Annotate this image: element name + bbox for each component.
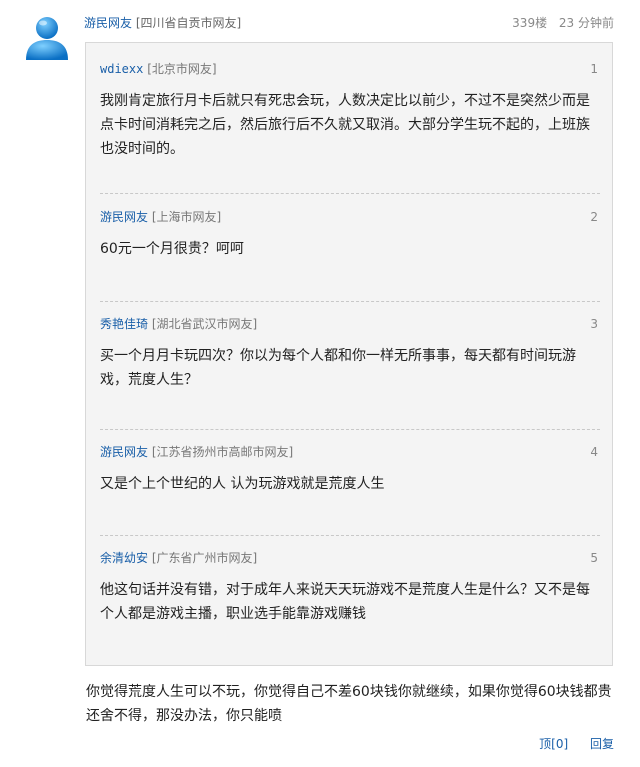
quoted-floor-index: 2 xyxy=(590,210,598,224)
quoted-floor-index: 4 xyxy=(590,445,598,459)
quoted-floor-header: 秀艳佳琦 [湖北省武汉市网友] xyxy=(100,316,600,332)
quoted-location: [江苏省扬州市高邮市网友] xyxy=(151,445,294,459)
divider xyxy=(100,193,600,194)
post-time: 23 分钟前 xyxy=(558,16,614,30)
quoted-location: [上海市网友] xyxy=(151,210,222,224)
quoted-text: 我刚肯定旅行月卡后就只有死忠会玩，人数决定比以前少，不过不是突然少而是点卡时间消… xyxy=(100,93,590,157)
quoted-username[interactable]: wdiexx xyxy=(100,62,143,76)
quoted-username[interactable]: 游民网友 xyxy=(100,445,148,459)
divider xyxy=(100,535,600,536)
quoted-floor-header: wdiexx [北京市网友] xyxy=(100,61,600,77)
quoted-floor-header: 游民网友 [上海市网友] xyxy=(100,209,600,225)
upvote-count: [0] xyxy=(551,737,569,751)
upvote-label: 顶 xyxy=(539,737,552,751)
floor-number: 339楼 xyxy=(512,16,548,30)
quoted-username[interactable]: 游民网友 xyxy=(100,210,148,224)
user-avatar-icon[interactable] xyxy=(22,12,72,62)
post-actions: 顶[0] 回复 xyxy=(539,735,614,752)
quoted-floor-header: 游民网友 [江苏省扬州市高邮市网友] xyxy=(100,444,600,460)
comment-post: 游民网友 [四川省自贡市网友] 339楼 23 分钟前 wdiexx [北京市网… xyxy=(0,0,640,767)
quoted-text: 又是个上个世纪的人 认为玩游戏就是荒度人生 xyxy=(100,476,385,492)
quoted-location: [广东省广州市网友] xyxy=(151,551,258,565)
reply-button[interactable]: 回复 xyxy=(590,737,614,751)
quoted-username[interactable]: 余清幼安 xyxy=(100,551,148,565)
quoted-location: [湖北省武汉市网友] xyxy=(151,317,258,331)
quoted-floor-header: 余清幼安 [广东省广州市网友] xyxy=(100,550,600,566)
post-header: 游民网友 [四川省自贡市网友] 339楼 23 分钟前 xyxy=(84,14,614,32)
quoted-floor-index: 3 xyxy=(590,317,598,331)
quoted-text: 60元一个月很贵？呵呵 xyxy=(100,241,244,257)
reply-text: 你觉得荒度人生可以不玩，你觉得自己不差60块钱你就继续，如果你觉得60块钱都贵还… xyxy=(86,684,612,724)
divider xyxy=(100,429,600,430)
quoted-floor-index: 5 xyxy=(590,551,598,565)
quoted-username[interactable]: 秀艳佳琦 xyxy=(100,317,148,331)
quoted-thread: wdiexx [北京市网友] 1 我刚肯定旅行月卡后就只有死忠会玩，人数决定比以… xyxy=(85,42,613,666)
quoted-floor-index: 1 xyxy=(590,62,598,76)
quoted-text: 买一个月月卡玩四次？你以为每个人都和你一样无所事事，每天都有时间玩游戏，荒度人生… xyxy=(100,348,576,388)
quoted-text: 他这句话并没有错，对于成年人来说天天玩游戏不是荒度人生是什么？又不是每个人都是游… xyxy=(100,582,590,622)
post-location: [四川省自贡市网友] xyxy=(135,16,242,30)
quoted-location: [北京市网友] xyxy=(147,62,217,76)
upvote-button[interactable]: 顶[0] xyxy=(539,737,568,751)
post-username[interactable]: 游民网友 xyxy=(84,16,132,30)
post-meta: 339楼 23 分钟前 xyxy=(504,14,614,32)
divider xyxy=(100,301,600,302)
